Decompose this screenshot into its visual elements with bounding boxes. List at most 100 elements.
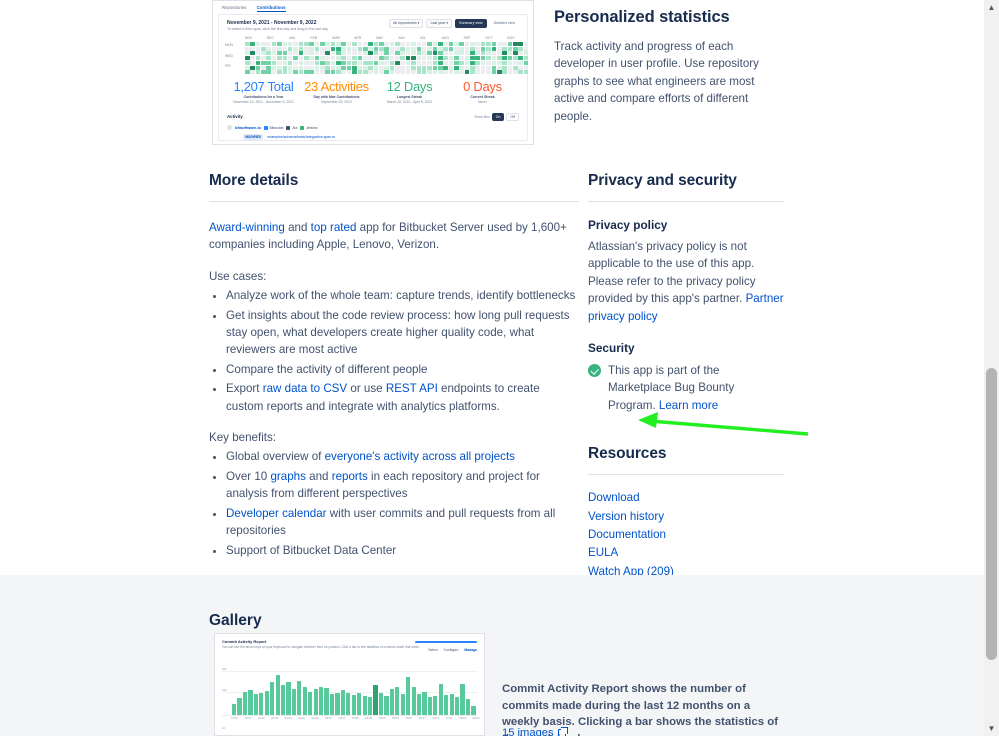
gallery-images-link[interactable]: 15 images xyxy=(502,727,568,736)
chart-bar[interactable] xyxy=(455,697,460,715)
scroll-up-arrow[interactable]: ▲ xyxy=(987,3,996,12)
heatmap-cell xyxy=(287,65,293,70)
chart-bar[interactable] xyxy=(346,693,351,715)
stat-total-contributions: 1,207 Total Contributions for a Year Nov… xyxy=(227,79,300,109)
chart-bar[interactable] xyxy=(237,698,242,715)
chart-bar[interactable] xyxy=(280,684,286,715)
chart-bar[interactable] xyxy=(384,696,389,715)
chart-bar[interactable] xyxy=(427,696,433,715)
link-everyones-activity[interactable]: everyone's activity across all projects xyxy=(325,450,515,463)
chart-bar[interactable] xyxy=(395,687,400,715)
chart-bar[interactable] xyxy=(297,680,302,715)
chart-bar[interactable] xyxy=(433,696,438,715)
stat-value: 1,207 Total xyxy=(233,79,294,94)
heatmap-cell xyxy=(464,51,470,56)
chart-bar[interactable] xyxy=(270,681,275,715)
heatmap-cell xyxy=(298,51,304,56)
heatmap-cell xyxy=(437,65,443,70)
filter-all-repositories: All repositories ▾ xyxy=(389,18,424,28)
chart-bar[interactable] xyxy=(449,694,454,715)
chart-bar[interactable] xyxy=(416,693,422,715)
hero-paragraph: Track activity and progress of each deve… xyxy=(554,40,759,123)
chart-bar[interactable] xyxy=(242,691,248,715)
gallery-preview-thumbnail[interactable]: Commit Activity Report You can use the a… xyxy=(214,633,485,736)
heatmap-cell xyxy=(336,42,341,47)
chart-bar[interactable] xyxy=(248,689,253,715)
chart-bar[interactable] xyxy=(368,696,373,715)
heatmap-cell xyxy=(368,51,373,56)
chart-bar[interactable] xyxy=(444,695,449,715)
chart-bar[interactable] xyxy=(313,689,318,715)
chart-bar[interactable] xyxy=(232,703,237,715)
vertical-scrollbar[interactable]: ▲ ▼ xyxy=(984,0,999,736)
heatmap-cell xyxy=(513,42,518,47)
heatmap-cell xyxy=(303,51,309,56)
link-raw-data-csv[interactable]: raw data to CSV xyxy=(263,382,347,395)
link-graphs[interactable]: graphs xyxy=(270,470,305,483)
chart-bar[interactable] xyxy=(340,689,345,715)
toggle-on: On xyxy=(491,113,505,121)
chart-bar[interactable] xyxy=(460,684,465,715)
link-reports[interactable]: reports xyxy=(332,470,368,483)
chart-bar[interactable] xyxy=(373,684,378,715)
heatmap-cell xyxy=(255,70,261,75)
chip-label: Jira xyxy=(291,125,298,130)
chart-bar[interactable] xyxy=(275,675,280,715)
chart-bar[interactable] xyxy=(329,694,335,715)
chart-bar[interactable] xyxy=(411,686,416,715)
heatmap-cell xyxy=(298,60,304,65)
product-screenshot-thumbnail[interactable]: Repositories Contributions November 9, 2… xyxy=(212,0,534,145)
chart-x-tick: 02/18 xyxy=(311,716,319,720)
intro-mid: and xyxy=(284,221,311,234)
heatmap-cell xyxy=(480,56,486,61)
chart-bar[interactable] xyxy=(319,687,324,715)
gallery-tab-manage: Manage xyxy=(464,648,477,652)
chart-bar[interactable] xyxy=(406,677,411,715)
chart-bar[interactable] xyxy=(378,692,384,715)
heatmap-cell xyxy=(384,56,389,61)
heatmap-cell xyxy=(282,70,288,75)
chart-bar[interactable] xyxy=(286,682,291,715)
chart-bar[interactable] xyxy=(362,695,367,715)
chart-bar[interactable] xyxy=(400,694,405,715)
scroll-down-arrow[interactable]: ▼ xyxy=(987,724,996,733)
chart-x-tick: 06/07 xyxy=(405,716,413,720)
chart-bar[interactable] xyxy=(465,698,471,715)
chart-bar[interactable] xyxy=(291,689,297,715)
resource-link-download[interactable]: Download xyxy=(588,489,784,507)
chart-bar[interactable] xyxy=(389,688,394,715)
resource-link-version-history[interactable]: Version history xyxy=(588,508,784,526)
heatmap-cell xyxy=(411,46,416,51)
resources-list: Download Version history Documentation E… xyxy=(588,489,784,581)
link-award-winning[interactable]: Award-winning xyxy=(209,221,285,234)
heatmap-cell xyxy=(475,46,481,51)
chart-bar[interactable] xyxy=(253,693,258,715)
link-developer-calendar[interactable]: Developer calendar xyxy=(226,507,327,520)
chart-bar[interactable] xyxy=(335,692,340,715)
heatmap-cell xyxy=(480,65,486,70)
resource-link-documentation[interactable]: Documentation xyxy=(588,526,784,544)
heatmap-cell xyxy=(325,42,330,47)
chart-bar[interactable] xyxy=(264,690,269,715)
chart-bar[interactable] xyxy=(351,694,356,715)
chart-bar[interactable] xyxy=(308,691,313,715)
heatmap-cell xyxy=(261,70,266,75)
link-rest-api[interactable]: REST API xyxy=(386,382,438,395)
stat-value: 0 Days xyxy=(463,79,502,94)
link-top-rated[interactable]: top rated xyxy=(311,221,357,234)
chart-bar[interactable] xyxy=(471,705,476,715)
chart-bar[interactable] xyxy=(302,687,307,715)
scrollbar-thumb[interactable] xyxy=(986,368,997,660)
chart-bar[interactable] xyxy=(357,693,362,715)
heatmap-cell xyxy=(448,46,454,51)
resource-link-eula[interactable]: EULA xyxy=(588,544,784,562)
heatmap-cell xyxy=(271,65,277,70)
chart-bar[interactable] xyxy=(259,693,264,715)
chart-bar[interactable] xyxy=(422,691,427,715)
chart-x-tick: 05/15 xyxy=(392,716,400,720)
heatmap-cell xyxy=(330,51,336,56)
chart-bar[interactable] xyxy=(324,687,329,715)
heatmap-cell xyxy=(437,70,443,75)
link-learn-more[interactable]: Learn more xyxy=(659,399,718,412)
chart-bar[interactable] xyxy=(438,684,443,715)
